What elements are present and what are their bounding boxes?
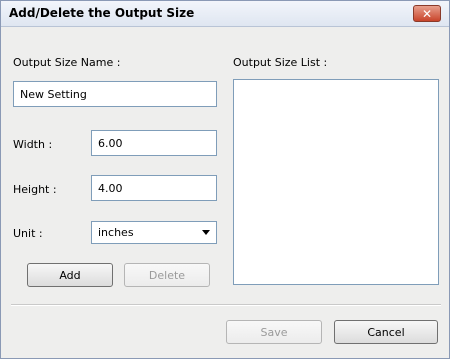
unit-value: inches	[98, 226, 134, 239]
close-icon: ✕	[421, 6, 433, 21]
height-value: 4.00	[98, 181, 123, 195]
title-bar: Add/Delete the Output Size ✕	[1, 1, 449, 27]
height-label: Height :	[13, 183, 57, 196]
output-size-name-label: Output Size Name :	[13, 56, 121, 69]
output-size-list[interactable]	[233, 79, 439, 285]
save-button[interactable]: Save	[226, 320, 322, 344]
close-button[interactable]: ✕	[413, 5, 441, 22]
add-delete-output-size-dialog: Add/Delete the Output Size ✕ Output Size…	[0, 0, 450, 359]
delete-button[interactable]: Delete	[124, 263, 210, 287]
width-label: Width :	[13, 138, 53, 151]
output-size-list-label: Output Size List :	[233, 56, 328, 69]
output-size-name-value: New Setting	[20, 87, 87, 101]
add-button[interactable]: Add	[27, 263, 113, 287]
unit-label: Unit :	[13, 227, 43, 240]
divider	[11, 304, 441, 306]
unit-select[interactable]: inches	[91, 221, 217, 244]
height-input[interactable]: 4.00	[91, 175, 217, 201]
chevron-down-icon	[202, 230, 210, 235]
output-size-name-input[interactable]: New Setting	[13, 81, 217, 107]
cancel-button[interactable]: Cancel	[334, 320, 438, 344]
width-value: 6.00	[98, 136, 123, 150]
dialog-title: Add/Delete the Output Size	[9, 6, 195, 20]
width-input[interactable]: 6.00	[91, 130, 217, 156]
